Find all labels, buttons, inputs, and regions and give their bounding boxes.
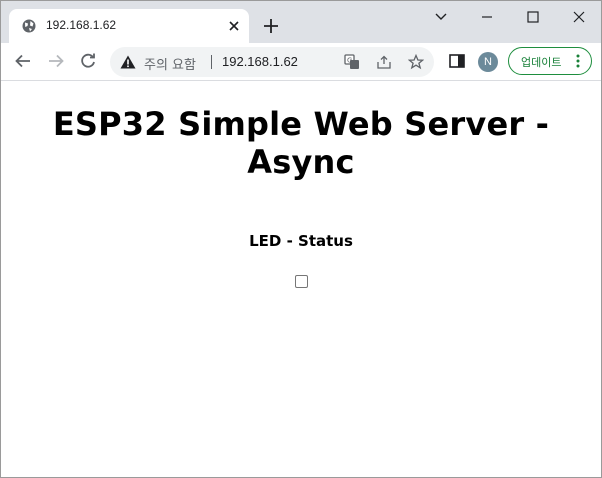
omnibox-divider — [211, 55, 212, 69]
translate-icon[interactable]: G — [344, 54, 360, 70]
svg-text:G: G — [347, 57, 352, 65]
share-icon[interactable] — [376, 54, 392, 70]
browser-window: 192.168.1.62 주의 요함 192.168.1.62 G N 업데이트… — [0, 0, 602, 478]
globe-icon — [22, 19, 36, 33]
tab-search-chevron-icon[interactable] — [429, 5, 453, 29]
security-label[interactable]: 주의 요함 — [144, 54, 196, 73]
led-status-label: LED - Status — [249, 232, 353, 250]
warning-icon[interactable] — [120, 55, 136, 69]
forward-arrow-icon[interactable] — [46, 51, 66, 71]
page-title: ESP32 Simple Web Server - Async — [52, 105, 550, 181]
web-page: ESP32 Simple Web Server - Async LED - St… — [1, 81, 601, 477]
tab-title: 192.168.1.62 — [46, 18, 117, 32]
maximize-icon[interactable] — [521, 5, 545, 29]
side-panel-icon[interactable] — [447, 51, 467, 71]
new-tab-icon[interactable] — [262, 17, 280, 35]
back-arrow-icon[interactable] — [13, 51, 33, 71]
profile-avatar[interactable]: N — [478, 52, 498, 72]
tab-active[interactable]: 192.168.1.62 — [9, 9, 249, 43]
bookmark-star-icon[interactable] — [408, 54, 424, 70]
browser-toolbar: 주의 요함 192.168.1.62 G N 업데이트 — [1, 43, 601, 81]
close-icon[interactable] — [226, 18, 242, 34]
led-toggle-checkbox[interactable] — [295, 275, 308, 288]
tab-strip: 192.168.1.62 — [1, 1, 601, 43]
more-menu-icon[interactable] — [575, 53, 581, 69]
url-text[interactable]: 192.168.1.62 — [222, 54, 298, 69]
update-button[interactable]: 업데이트 — [508, 47, 592, 75]
update-button-label: 업데이트 — [521, 56, 562, 69]
reload-icon[interactable] — [78, 51, 98, 71]
minimize-icon[interactable] — [475, 5, 499, 29]
window-close-icon[interactable] — [567, 5, 591, 29]
address-bar[interactable]: 주의 요함 192.168.1.62 G — [110, 47, 434, 77]
